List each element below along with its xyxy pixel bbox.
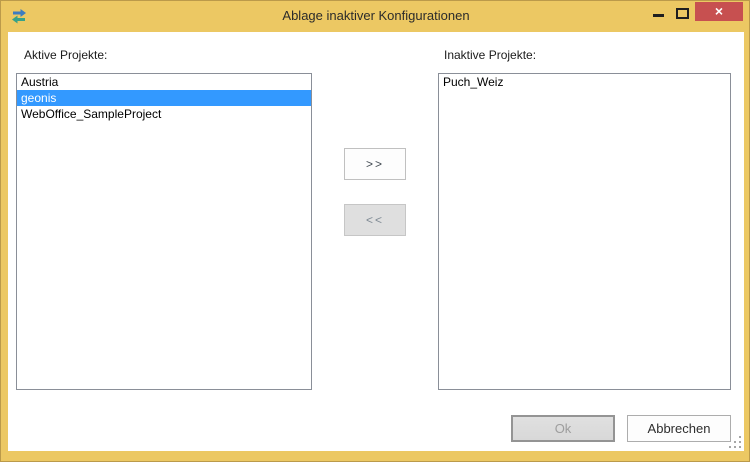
- dialog-window: Ablage inaktiver Konfigurationen × Aktiv…: [0, 0, 750, 462]
- dialog-client-area: Aktive Projekte: Inaktive Projekte: Aust…: [8, 32, 744, 451]
- resize-grip[interactable]: [729, 436, 743, 450]
- maximize-button[interactable]: [671, 1, 695, 25]
- resize-grip-icon: [729, 436, 731, 438]
- cancel-button[interactable]: Abbrechen: [627, 415, 731, 442]
- maximize-icon: [676, 8, 689, 19]
- close-icon: ×: [714, 3, 724, 19]
- minimize-button[interactable]: [645, 1, 671, 25]
- active-projects-label: Aktive Projekte:: [24, 48, 108, 62]
- ok-button[interactable]: Ok: [511, 415, 615, 442]
- list-item[interactable]: WebOffice_SampleProject: [17, 106, 311, 122]
- inactive-projects-listbox: Puch_Weiz: [438, 73, 731, 390]
- minimize-icon: [653, 14, 664, 17]
- active-projects-listbox: Austria geonis WebOffice_SampleProject: [16, 73, 312, 390]
- move-to-active-button[interactable]: <<: [344, 204, 406, 236]
- close-button[interactable]: ×: [695, 2, 743, 21]
- window-title: Ablage inaktiver Konfigurationen: [282, 8, 470, 23]
- list-item[interactable]: Puch_Weiz: [439, 74, 730, 90]
- list-item[interactable]: Austria: [17, 74, 311, 90]
- list-item-selected[interactable]: geonis: [17, 90, 311, 106]
- titlebar[interactable]: Ablage inaktiver Konfigurationen ×: [1, 1, 749, 32]
- move-to-inactive-button[interactable]: >>: [344, 148, 406, 180]
- transfer-arrows-icon: [11, 8, 27, 24]
- inactive-projects-label: Inaktive Projekte:: [444, 48, 537, 62]
